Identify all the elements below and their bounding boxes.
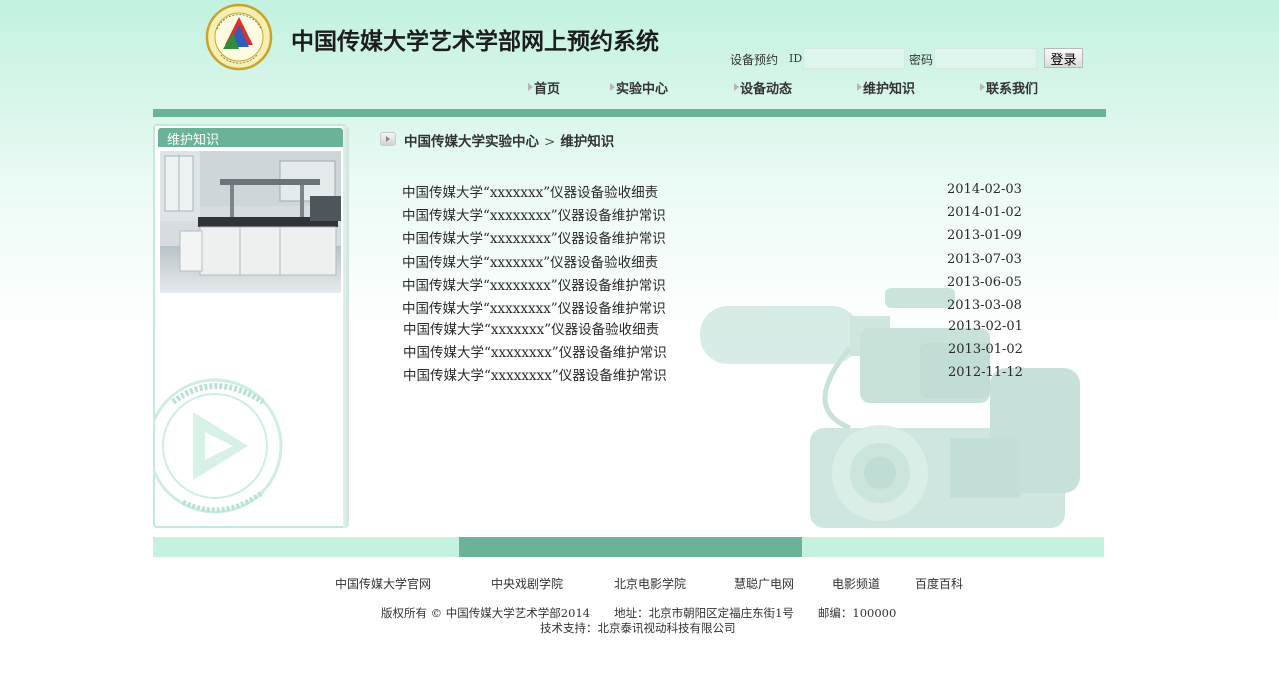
postcode-text: 邮编：100000 [817, 606, 897, 620]
site-title: 中国传媒大学艺术学部网上预约系统 [291, 29, 659, 55]
footer-copyright-line: 版权所有 © 中国传媒大学艺术学部2014 地址：北京市朝阳区定福庄东街1号 邮编：… [381, 605, 896, 621]
article-title-link[interactable]: 中国传媒大学“xxxxxxxx”仪器设备维护常识 [403, 341, 667, 361]
breadcrumb-current: 维护知识 [560, 134, 615, 150]
university-watermark-icon [153, 362, 283, 530]
article-title-link[interactable]: 中国传媒大学“xxxxxxxx”仪器设备维护常识 [402, 297, 666, 317]
article-date: 2013-01-02 [948, 342, 1023, 357]
article-date: 2012-11-12 [948, 365, 1023, 380]
nav-arrow-icon [734, 83, 739, 91]
nav-item-equipment-news[interactable]: 设备动态 [734, 78, 793, 97]
login-button[interactable]: 登录 [1044, 48, 1083, 68]
nav-arrow-icon [610, 83, 615, 91]
nav-item-label: 实验中心 [616, 82, 669, 97]
footer-link-baidu-baike[interactable]: 百度百科 [915, 575, 963, 592]
footer-bar-center [459, 537, 802, 557]
nav-arrow-icon [980, 83, 985, 91]
article-title-link[interactable]: 中国传媒大学“xxxxxxx”仪器设备验收细责 [402, 251, 658, 271]
nav-item-label: 维护知识 [863, 82, 916, 97]
breadcrumb: 中国传媒大学实验中心 > 维护知识 [404, 130, 614, 150]
id-label: ID [789, 52, 803, 65]
article-date: 2013-01-09 [947, 228, 1022, 243]
footer-link-central-drama[interactable]: 中央戏剧学院 [491, 575, 563, 592]
id-input[interactable] [803, 48, 905, 69]
copyright-text: 版权所有 © 中国传媒大学艺术学部2014 [381, 606, 591, 620]
article-title-link[interactable]: 中国传媒大学“xxxxxxx”仪器设备验收细责 [403, 318, 659, 338]
password-input[interactable] [934, 48, 1037, 69]
article-date: 2014-02-03 [947, 182, 1022, 197]
breadcrumb-icon [380, 132, 396, 146]
footer-bar-right [802, 537, 1104, 557]
nav-arrow-icon [528, 83, 533, 91]
address-text: 地址：北京市朝阳区定福庄东街1号 [614, 606, 794, 620]
article-date: 2013-03-08 [947, 298, 1022, 313]
camera-watermark-icon [700, 288, 1085, 538]
nav-item-lab-center[interactable]: 实验中心 [610, 78, 669, 97]
university-emblem-icon [205, 3, 273, 71]
nav-item-home[interactable]: 首页 [528, 78, 561, 97]
article-date: 2013-02-01 [948, 319, 1023, 334]
article-title-link[interactable]: 中国传媒大学“xxxxxxxx”仪器设备维护常识 [403, 364, 667, 384]
footer-link-movie-channel[interactable]: 电影频道 [832, 575, 880, 592]
article-title-link[interactable]: 中国传媒大学“xxxxxxx”仪器设备验收细责 [402, 181, 658, 201]
header-divider-bar [153, 109, 1106, 117]
tech-support-text: 技术支持：北京泰讯视动科技有限公司 [540, 621, 736, 635]
nav-item-label: 联系我们 [986, 82, 1039, 97]
footer-bar-left [153, 537, 459, 557]
password-label: 密码 [909, 53, 934, 67]
lab-photo [160, 151, 341, 293]
article-title-link[interactable]: 中国传媒大学“xxxxxxxx”仪器设备维护常识 [402, 274, 666, 294]
nav-item-contact[interactable]: 联系我们 [980, 78, 1039, 97]
sidebar-edge [343, 126, 349, 528]
footer-link-film-academy[interactable]: 北京电影学院 [614, 575, 686, 592]
nav-item-maintenance[interactable]: 维护知识 [857, 78, 916, 97]
nav-arrow-icon [857, 83, 862, 91]
footer-link-hc360[interactable]: 慧聪广电网 [734, 575, 794, 592]
footer-link-cuc[interactable]: 中国传媒大学官网 [335, 575, 431, 592]
article-date: 2013-06-05 [947, 275, 1022, 290]
article-date: 2014-01-02 [947, 205, 1022, 220]
breadcrumb-root[interactable]: 中国传媒大学实验中心 [404, 134, 539, 150]
article-title-link[interactable]: 中国传媒大学“xxxxxxxx”仪器设备维护常识 [402, 227, 666, 247]
login-label: 设备预约 [730, 53, 779, 67]
nav-item-label: 首页 [534, 82, 561, 97]
nav-item-label: 设备动态 [740, 82, 793, 97]
breadcrumb-separator: > [544, 134, 556, 150]
article-title-link[interactable]: 中国传媒大学“xxxxxxxx”仪器设备维护常识 [402, 204, 666, 224]
article-date: 2013-07-03 [947, 252, 1022, 267]
sidebar-title: 维护知识 [167, 133, 220, 148]
